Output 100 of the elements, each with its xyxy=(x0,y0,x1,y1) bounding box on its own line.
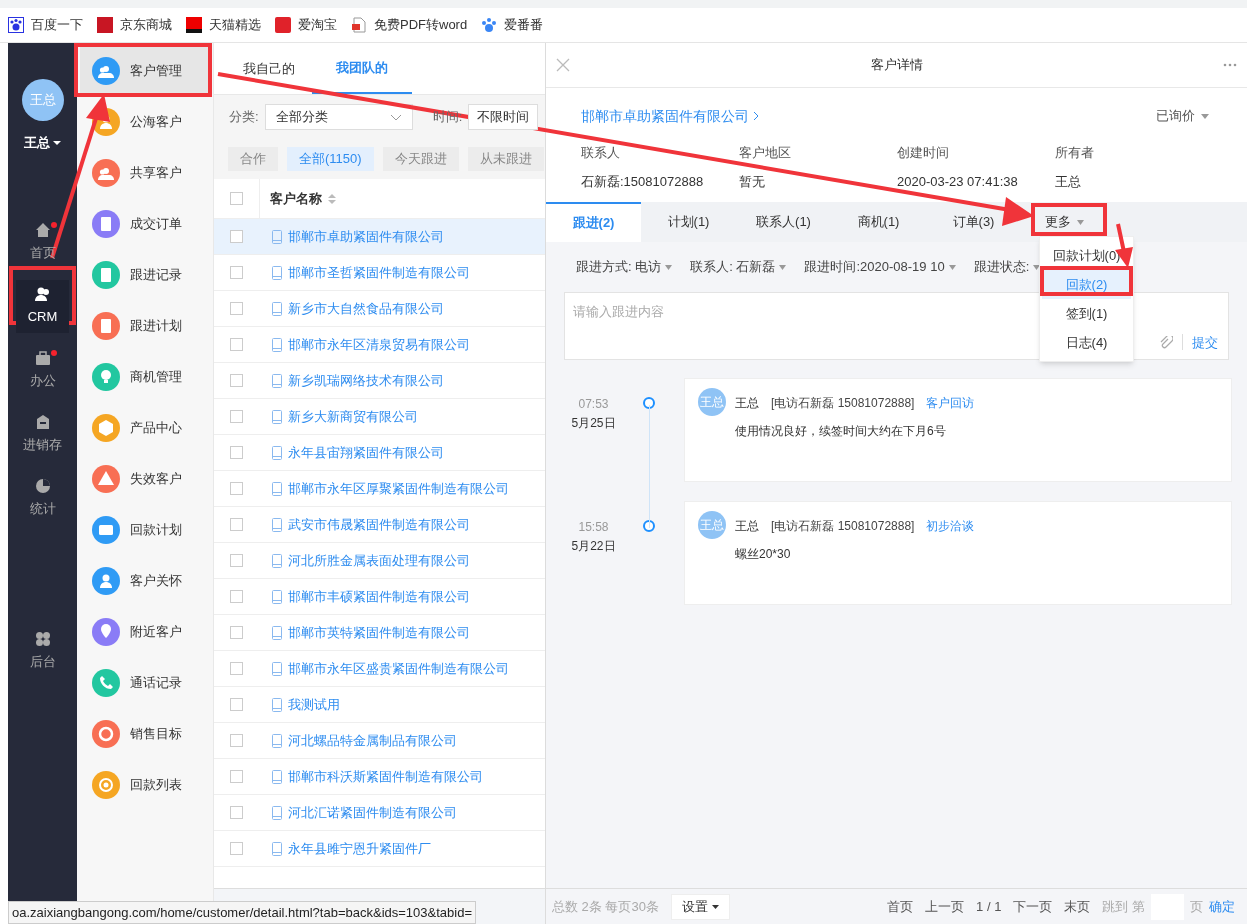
menu-item[interactable]: 客户管理 xyxy=(80,47,210,94)
customer-link[interactable]: 我测试用 xyxy=(288,694,340,715)
menu-item[interactable]: 签到(1) xyxy=(1063,299,1110,328)
menu-item[interactable]: 通话记录 xyxy=(80,659,210,706)
customer-link[interactable]: 邯郸市永年区盛贵紧固件制造有限公司 xyxy=(288,658,509,679)
filter-dropdown[interactable]: 跟进状态: xyxy=(973,257,1041,277)
status-tag[interactable]: 客户回访 xyxy=(926,394,975,412)
table-row[interactable]: 邯郸市永年区盛贵紧固件制造有限公司 xyxy=(214,651,545,687)
customer-link[interactable]: 新乡市大自然食品有限公司 xyxy=(288,298,444,319)
menu-item[interactable]: 销售目标 xyxy=(80,710,210,757)
customer-link[interactable]: 邯郸市永年区厚聚紧固件制造有限公司 xyxy=(288,478,509,499)
checkbox[interactable] xyxy=(230,770,243,783)
table-row[interactable]: 邯郸市圣哲紧固件制造有限公司 xyxy=(214,255,545,291)
customer-link[interactable]: 新乡大新商贸有限公司 xyxy=(288,406,418,427)
customer-link[interactable]: 新乡凯瑞网络技术有限公司 xyxy=(288,370,444,391)
checkbox[interactable] xyxy=(230,302,243,315)
pager-link[interactable]: 1 / 1 xyxy=(976,896,1002,917)
detail-tab[interactable]: 商机(1) xyxy=(855,210,902,234)
settings-button[interactable]: 设置 xyxy=(670,893,730,920)
checkbox[interactable] xyxy=(230,192,243,205)
menu-item[interactable]: 附近客户 xyxy=(80,608,210,655)
checkbox[interactable] xyxy=(230,554,243,567)
menu-item[interactable]: 跟进记录 xyxy=(80,251,210,298)
detail-tab[interactable]: 计划(1) xyxy=(665,210,712,234)
bookmark-link[interactable]: 免费PDF转word xyxy=(351,15,468,35)
customer-link[interactable]: 邯郸市丰硕紧固件制造有限公司 xyxy=(288,586,470,607)
checkbox[interactable] xyxy=(230,518,243,531)
checkbox[interactable] xyxy=(230,842,243,855)
table-row[interactable]: 河北所胜金属表面处理有限公司 xyxy=(214,543,545,579)
menu-item[interactable]: 商机管理 xyxy=(80,353,210,400)
bookmark-link[interactable]: 爱番番 xyxy=(481,15,544,35)
customer-link[interactable]: 河北螺品特金属制品有限公司 xyxy=(288,730,457,751)
checkbox[interactable] xyxy=(230,698,243,711)
nav-item[interactable]: CRM xyxy=(16,279,69,333)
table-row[interactable]: 永年县雎宁恩升紧固件厂 xyxy=(214,831,545,867)
checkbox[interactable] xyxy=(230,734,243,747)
customer-link[interactable]: 邯郸市英特紧固件制造有限公司 xyxy=(288,622,470,643)
customer-link[interactable]: 邯郸市圣哲紧固件制造有限公司 xyxy=(288,262,470,283)
checkbox[interactable] xyxy=(230,230,243,243)
pager-link[interactable]: 下一页 xyxy=(1013,896,1053,917)
checkbox[interactable] xyxy=(230,374,243,387)
customer-link[interactable]: 邯郸市科沃斯紧固件制造有限公司 xyxy=(288,766,483,787)
customer-link[interactable]: 永年县宙翔紧固件有限公司 xyxy=(288,442,444,463)
pager-link[interactable]: 上一页 xyxy=(925,896,965,917)
customer-link[interactable]: 永年县雎宁恩升紧固件厂 xyxy=(288,838,431,859)
table-row[interactable]: 武安市伟晟紧固件制造有限公司 xyxy=(214,507,545,543)
menu-item[interactable]: 成交订单 xyxy=(80,200,210,247)
nav-item[interactable]: 办公 xyxy=(16,343,69,397)
checkbox[interactable] xyxy=(230,662,243,675)
detail-tab[interactable]: 联系人(1) xyxy=(754,210,813,234)
table-row[interactable]: 邯郸市永年区清泉贸易有限公司 xyxy=(214,327,545,363)
filter-dropdown[interactable]: 跟进时间:2020-08-19 10 xyxy=(804,257,956,277)
company-link[interactable]: 邯郸市卓助紧固件有限公司 xyxy=(581,105,759,127)
table-row[interactable]: 邯郸市丰硕紧固件制造有限公司 xyxy=(214,579,545,615)
menu-item[interactable]: 失效客户 xyxy=(80,455,210,502)
bookmark-link[interactable]: 天猫精选 xyxy=(186,15,261,35)
confirm-button[interactable]: 确定 xyxy=(1209,896,1235,917)
detail-tab[interactable]: 订单(3) xyxy=(950,210,997,234)
time-select[interactable]: 不限时间 xyxy=(468,104,539,130)
menu-item[interactable]: 回款计划 xyxy=(80,506,210,553)
checkbox[interactable] xyxy=(230,446,243,459)
table-row[interactable]: 新乡市大自然食品有限公司 xyxy=(214,291,545,327)
category-select[interactable]: 全部分类 xyxy=(264,104,413,130)
menu-item[interactable]: 共享客户 xyxy=(80,149,210,196)
nav-item[interactable]: 统计 xyxy=(16,471,69,525)
bookmark-link[interactable]: 爱淘宝 xyxy=(275,15,337,35)
submit-button[interactable]: 提交 xyxy=(1192,332,1218,352)
menu-item[interactable]: 产品中心 xyxy=(80,404,210,451)
table-row[interactable]: 永年县宙翔紧固件有限公司 xyxy=(214,435,545,471)
checkbox[interactable] xyxy=(230,626,243,639)
pager-link[interactable]: 末页 xyxy=(1064,896,1091,917)
table-row[interactable]: 邯郸市英特紧固件制造有限公司 xyxy=(214,615,545,651)
filter-dropdown[interactable]: 跟进方式: 电访 xyxy=(576,257,673,277)
detail-tab[interactable]: 更多 xyxy=(1043,210,1086,234)
stage-select[interactable]: 已询价 xyxy=(1156,106,1209,126)
customer-link[interactable]: 武安市伟晟紧固件制造有限公司 xyxy=(288,514,470,535)
checkbox[interactable] xyxy=(230,482,243,495)
checkbox[interactable] xyxy=(230,338,243,351)
bookmark-link[interactable]: 百度一下 xyxy=(8,15,83,35)
table-row[interactable]: 新乡大新商贸有限公司 xyxy=(214,399,545,435)
pager-link[interactable]: 首页 xyxy=(887,896,914,917)
menu-item[interactable]: 日志(4) xyxy=(1063,328,1110,357)
status-tag[interactable]: 初步洽谈 xyxy=(926,517,975,535)
table-row[interactable]: 河北螺品特金属制品有限公司 xyxy=(214,723,545,759)
table-row[interactable]: 新乡凯瑞网络技术有限公司 xyxy=(214,363,545,399)
checkbox[interactable] xyxy=(230,806,243,819)
menu-item[interactable]: 跟进计划 xyxy=(80,302,210,349)
menu-item[interactable]: 客户关怀 xyxy=(80,557,210,604)
table-row[interactable]: 河北汇诺紧固件制造有限公司 xyxy=(214,795,545,831)
user-menu[interactable]: 王总 xyxy=(24,133,61,153)
detail-tab[interactable]: 跟进(2) xyxy=(546,202,641,242)
table-row[interactable]: 邯郸市科沃斯紧固件制造有限公司 xyxy=(214,759,545,795)
checkbox[interactable] xyxy=(230,266,243,279)
bookmark-link[interactable]: 京东商城 xyxy=(97,15,172,35)
menu-item[interactable]: 回款列表 xyxy=(80,761,210,808)
list-tab[interactable]: 我自己的 xyxy=(226,43,312,94)
checkbox[interactable] xyxy=(230,590,243,603)
nav-item[interactable]: 后台 xyxy=(16,624,69,678)
filter-dropdown[interactable]: 联系人: 石新磊 xyxy=(690,257,787,277)
table-row[interactable]: 邯郸市永年区厚聚紧固件制造有限公司 xyxy=(214,471,545,507)
